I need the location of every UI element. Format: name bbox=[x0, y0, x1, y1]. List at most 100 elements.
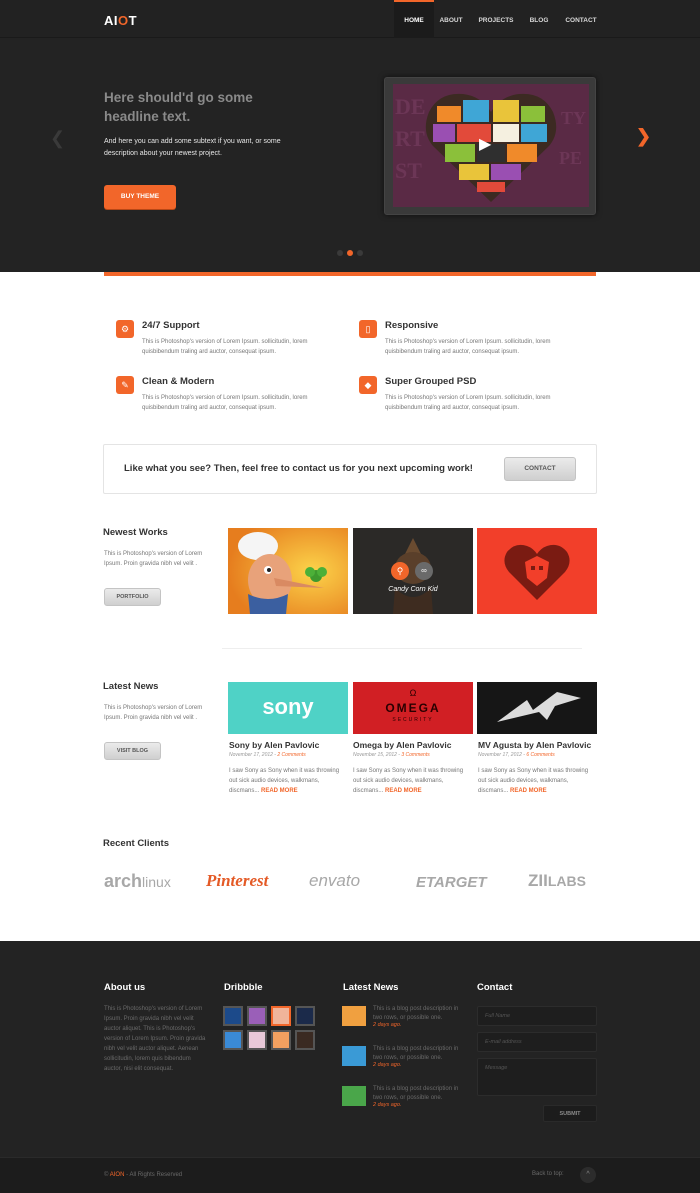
footer-news-text[interactable]: This is a blog post description in two r… bbox=[373, 1005, 468, 1023]
client-logo-archlinux[interactable]: archlinux bbox=[104, 871, 171, 892]
footer-news-thumb[interactable] bbox=[342, 1006, 366, 1026]
dribbble-shot[interactable] bbox=[295, 1030, 315, 1050]
news-thumb-omega[interactable]: Ω OMEGA SECURITY bbox=[353, 682, 473, 734]
section-divider bbox=[222, 648, 582, 649]
news-title: Latest News bbox=[103, 681, 159, 692]
submit-button[interactable]: SUBMIT bbox=[543, 1105, 597, 1122]
feature-text: This is Photoshop's version of Lorem Ips… bbox=[385, 395, 551, 411]
mobile-icon: ▯ bbox=[359, 320, 377, 338]
svg-text:TY: TY bbox=[561, 108, 586, 128]
news-post-title[interactable]: Sony by Alen Pavlovic bbox=[229, 740, 319, 750]
play-icon[interactable]: ▶ bbox=[479, 134, 491, 154]
tag-icon: ◆ bbox=[359, 376, 377, 394]
buy-theme-button[interactable]: BUY THEME bbox=[104, 185, 176, 209]
footer-news-date: 2 days ago. bbox=[373, 1062, 402, 1068]
news-post-excerpt: I saw Sony as Sony when it was throwing … bbox=[478, 768, 589, 794]
sony-logo: sony bbox=[262, 694, 314, 719]
footer-news-title: Latest News bbox=[343, 982, 399, 993]
link-icon[interactable]: ∞ bbox=[415, 562, 433, 580]
works-text: This is Photoshop's version of Lorem Ips… bbox=[104, 551, 203, 567]
dribbble-shot[interactable] bbox=[271, 1006, 291, 1026]
client-logo-ziilabs[interactable]: ZIILABS bbox=[528, 871, 586, 891]
svg-text:PE: PE bbox=[559, 148, 582, 168]
news-post-meta: November 17, 2012 - 6 Comments bbox=[478, 752, 555, 758]
news-post-excerpt: I saw Sony as Sony when it was throwing … bbox=[353, 768, 464, 794]
omega-logo-sub: SECURITY bbox=[392, 717, 434, 723]
dribbble-shot[interactable] bbox=[247, 1030, 267, 1050]
work-thumb-lion-heart[interactable] bbox=[477, 528, 597, 614]
news-thumb-mv-agusta[interactable] bbox=[477, 682, 597, 734]
nav-contact[interactable]: CONTACT bbox=[562, 0, 600, 38]
read-more-link[interactable]: READ MORE bbox=[385, 788, 422, 794]
footer-news-date: 2 days ago. bbox=[373, 1102, 402, 1108]
feature-title: Responsive bbox=[385, 320, 439, 331]
chevron-up-icon[interactable]: ^ bbox=[580, 1167, 596, 1183]
hero-subtext: And here you can add some subtext if you… bbox=[104, 138, 281, 157]
cta-text: Like what you see? Then, feel free to co… bbox=[124, 463, 473, 474]
footer-news-text[interactable]: This is a blog post description in two r… bbox=[373, 1045, 468, 1063]
lightning-graphic bbox=[477, 682, 597, 734]
svg-text:RT: RT bbox=[395, 126, 425, 151]
news-post-title[interactable]: Omega by Alen Pavlovic bbox=[353, 740, 451, 750]
gear-icon: ⚙ bbox=[116, 320, 134, 338]
feature-text: This is Photoshop's version of Lorem Ips… bbox=[142, 339, 308, 355]
feature-text: This is Photoshop's version of Lorem Ips… bbox=[142, 395, 308, 411]
read-more-link[interactable]: READ MORE bbox=[510, 788, 547, 794]
svg-text:ST: ST bbox=[395, 158, 422, 183]
chevron-right-icon[interactable]: ❯ bbox=[636, 126, 651, 147]
footer-about-text: This is Photoshop's version of Lorem Ips… bbox=[104, 1006, 206, 1072]
message-field[interactable]: Message bbox=[477, 1058, 597, 1096]
slider-dot-2[interactable] bbox=[347, 250, 353, 256]
site-logo[interactable]: AIOT bbox=[104, 13, 137, 28]
client-logo-pinterest[interactable]: Pinterest bbox=[206, 871, 268, 891]
footer-news-thumb[interactable] bbox=[342, 1086, 366, 1106]
nav-blog[interactable]: BLOG bbox=[527, 0, 551, 38]
back-to-top-label: Back to top: bbox=[532, 1171, 564, 1177]
client-logo-envato[interactable]: envato bbox=[309, 871, 360, 891]
news-post-meta: November 15, 2012 - 3 Comments bbox=[353, 752, 430, 758]
footer-dribbble-title: Dribbble bbox=[224, 982, 263, 993]
omega-logo: OMEGA bbox=[385, 701, 441, 715]
news-thumb-sony[interactable]: sony bbox=[228, 682, 348, 734]
candy-corn-kid-illustration bbox=[353, 528, 473, 614]
footer-contact-title: Contact bbox=[477, 982, 513, 993]
work-thumb-chef[interactable] bbox=[228, 528, 348, 614]
chevron-left-icon[interactable]: ❮ bbox=[50, 128, 65, 149]
work-thumb-candy-corn-kid[interactable]: ⚲ ∞ Candy Corn Kid bbox=[353, 528, 473, 614]
news-post-excerpt: I saw Sony as Sony when it was throwing … bbox=[229, 768, 340, 794]
feature-text: This is Photoshop's version of Lorem Ips… bbox=[385, 339, 551, 355]
email-field[interactable]: E-mail address bbox=[477, 1032, 597, 1052]
zoom-icon[interactable]: ⚲ bbox=[391, 562, 409, 580]
nav-projects[interactable]: PROJECTS bbox=[475, 0, 517, 38]
read-more-link[interactable]: READ MORE bbox=[261, 788, 298, 794]
slider-dot-3[interactable] bbox=[357, 250, 363, 256]
feature-title: Clean & Modern bbox=[142, 376, 215, 387]
feature-title: 24/7 Support bbox=[142, 320, 200, 331]
dribbble-shot[interactable] bbox=[223, 1006, 243, 1026]
dribbble-shot[interactable] bbox=[295, 1006, 315, 1026]
hero-video[interactable]: DE RT ST TY PE ▶ bbox=[393, 84, 589, 207]
feature-title: Super Grouped PSD bbox=[385, 376, 477, 387]
copyright: © AION - All Rights Reserved bbox=[104, 1172, 183, 1178]
dribbble-shot[interactable] bbox=[247, 1006, 267, 1026]
nav-home[interactable]: HOME bbox=[394, 0, 434, 38]
svg-text:DE: DE bbox=[395, 94, 426, 119]
news-post-title[interactable]: MV Agusta by Alen Pavlovic bbox=[478, 740, 591, 750]
slider-dot-1[interactable] bbox=[337, 250, 343, 256]
footer-news-text[interactable]: This is a blog post description in two r… bbox=[373, 1085, 468, 1103]
work-hover-caption: Candy Corn Kid bbox=[388, 586, 438, 593]
hero-headline: Here should'd go some headline text. bbox=[104, 90, 253, 124]
dribbble-shot[interactable] bbox=[271, 1030, 291, 1050]
client-logo-etarget[interactable]: ETARGET bbox=[416, 874, 487, 891]
hero-accent-bar bbox=[104, 272, 596, 276]
portfolio-button[interactable]: PORTFOLIO bbox=[104, 588, 161, 606]
nav-about[interactable]: ABOUT bbox=[436, 0, 466, 38]
news-text: This is Photoshop's version of Lorem Ips… bbox=[104, 705, 203, 721]
contact-button[interactable]: CONTACT bbox=[504, 457, 576, 481]
omega-symbol-icon: Ω bbox=[409, 688, 417, 698]
dribbble-shot[interactable] bbox=[223, 1030, 243, 1050]
visit-blog-button[interactable]: VISIT BLOG bbox=[104, 742, 161, 760]
clients-title: Recent Clients bbox=[103, 838, 169, 849]
footer-news-thumb[interactable] bbox=[342, 1046, 366, 1066]
name-field[interactable]: Full Name bbox=[477, 1006, 597, 1026]
